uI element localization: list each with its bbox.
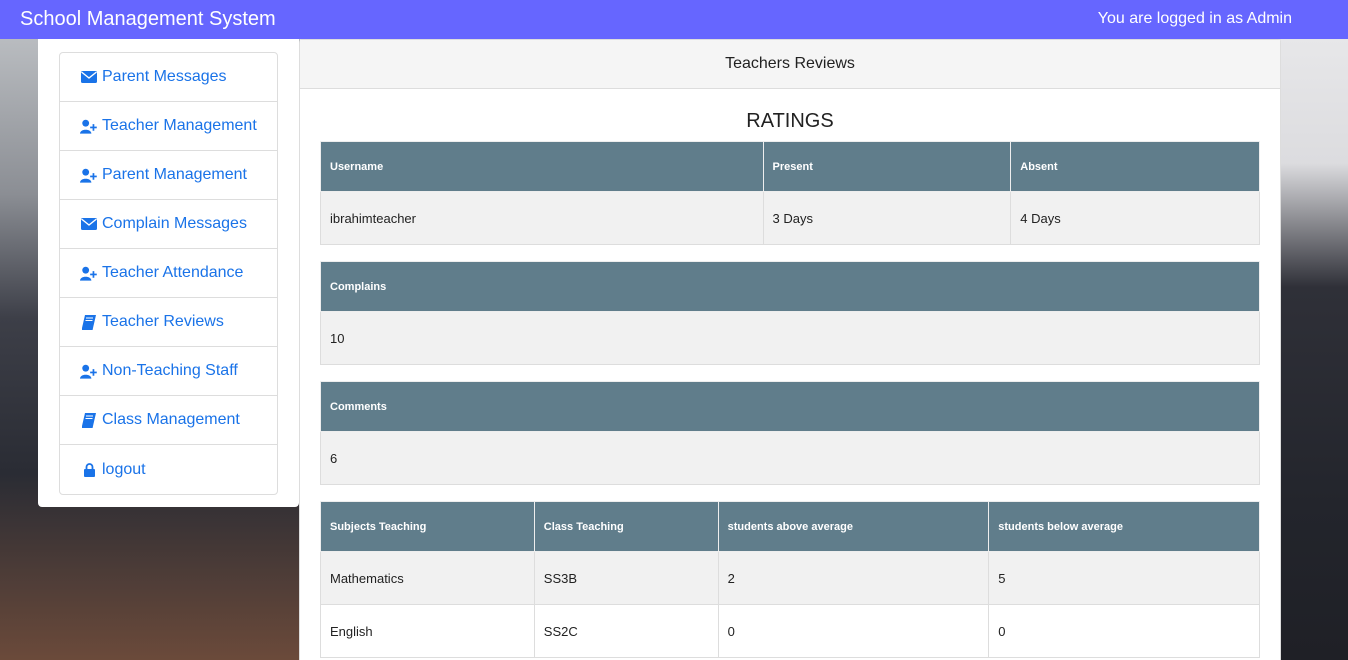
column-header-username: Username [320, 141, 764, 192]
table-row: 10 [320, 311, 1260, 365]
cell-subject: Mathematics [320, 551, 535, 605]
cell-below-average: 5 [988, 551, 1260, 605]
user-plus-icon [80, 265, 98, 281]
cell-absent: 4 Days [1010, 191, 1260, 245]
sidebar-item-label: Teacher Management [102, 117, 257, 134]
subjects-table: Subjects Teaching Class Teaching student… [320, 501, 1260, 658]
sidebar-item-label: Parent Management [102, 166, 247, 183]
cell-above-average: 0 [717, 604, 990, 658]
cell-comments: 6 [320, 431, 1260, 485]
sidebar-item-teacher-attendance[interactable]: Teacher Attendance [60, 249, 277, 298]
sidebar-item-label: Class Management [102, 411, 240, 428]
cell-below-average: 0 [988, 604, 1260, 658]
cell-subject: English [320, 604, 535, 658]
background-photo-right [1281, 39, 1348, 660]
sidebar-item-teacher-management[interactable]: Teacher Management [60, 102, 277, 151]
cell-class: SS2C [533, 604, 719, 658]
sidebar-item-non-teaching-staff[interactable]: Non-Teaching Staff [60, 347, 277, 396]
sidebar-item-logout[interactable]: logout [60, 445, 277, 494]
column-header-complains: Complains [320, 261, 1260, 312]
sidebar: Parent Messages Teacher Management Paren… [38, 39, 299, 507]
panel-title: Teachers Reviews [300, 40, 1280, 89]
sidebar-item-label: Teacher Attendance [102, 264, 244, 281]
book-icon [80, 412, 98, 428]
complains-table: Complains 10 [320, 261, 1260, 365]
table-row: Mathematics SS3B 2 5 [320, 551, 1260, 605]
reviews-panel: Teachers Reviews RATINGS Username Presen… [299, 39, 1281, 660]
sidebar-item-label: Complain Messages [102, 215, 247, 232]
column-header-present: Present [762, 141, 1012, 192]
user-plus-icon [80, 167, 98, 183]
column-header-comments: Comments [320, 381, 1260, 432]
cell-username: ibrahimteacher [320, 191, 764, 245]
sidebar-item-class-management[interactable]: Class Management [60, 396, 277, 445]
sidebar-item-label: Non-Teaching Staff [102, 362, 238, 379]
table-row: English SS2C 0 0 [320, 604, 1260, 658]
sidebar-item-label: Teacher Reviews [102, 313, 224, 330]
book-icon [80, 314, 98, 330]
sidebar-item-parent-messages[interactable]: Parent Messages [60, 53, 277, 102]
comments-table: Comments 6 [320, 381, 1260, 485]
table-row: 6 [320, 431, 1260, 485]
attendance-table: Username Present Absent ibrahimteacher 3… [320, 141, 1260, 245]
brand-title[interactable]: School Management System [20, 8, 276, 30]
column-header-below-average: students below average [988, 501, 1260, 552]
top-navbar: School Management System You are logged … [0, 0, 1348, 39]
envelope-icon [80, 69, 98, 85]
cell-complains: 10 [320, 311, 1260, 365]
user-plus-icon [80, 363, 98, 379]
envelope-icon [80, 216, 98, 232]
user-plus-icon [80, 118, 98, 134]
sidebar-nav: Parent Messages Teacher Management Paren… [59, 52, 278, 495]
cell-above-average: 2 [717, 551, 990, 605]
sidebar-item-teacher-reviews[interactable]: Teacher Reviews [60, 298, 277, 347]
column-header-class: Class Teaching [533, 501, 719, 552]
login-status: You are logged in as Admin [1097, 10, 1292, 27]
column-header-absent: Absent [1010, 141, 1260, 192]
lock-icon [80, 462, 98, 478]
sidebar-item-label: Parent Messages [102, 68, 227, 85]
column-header-above-average: students above average [717, 501, 990, 552]
sidebar-item-label: logout [102, 460, 146, 478]
sidebar-item-parent-management[interactable]: Parent Management [60, 151, 277, 200]
cell-present: 3 Days [762, 191, 1012, 245]
table-row: ibrahimteacher 3 Days 4 Days [320, 191, 1260, 245]
cell-class: SS3B [533, 551, 719, 605]
sidebar-item-complain-messages[interactable]: Complain Messages [60, 200, 277, 249]
column-header-subjects: Subjects Teaching [320, 501, 535, 552]
ratings-heading: RATINGS [746, 110, 834, 132]
